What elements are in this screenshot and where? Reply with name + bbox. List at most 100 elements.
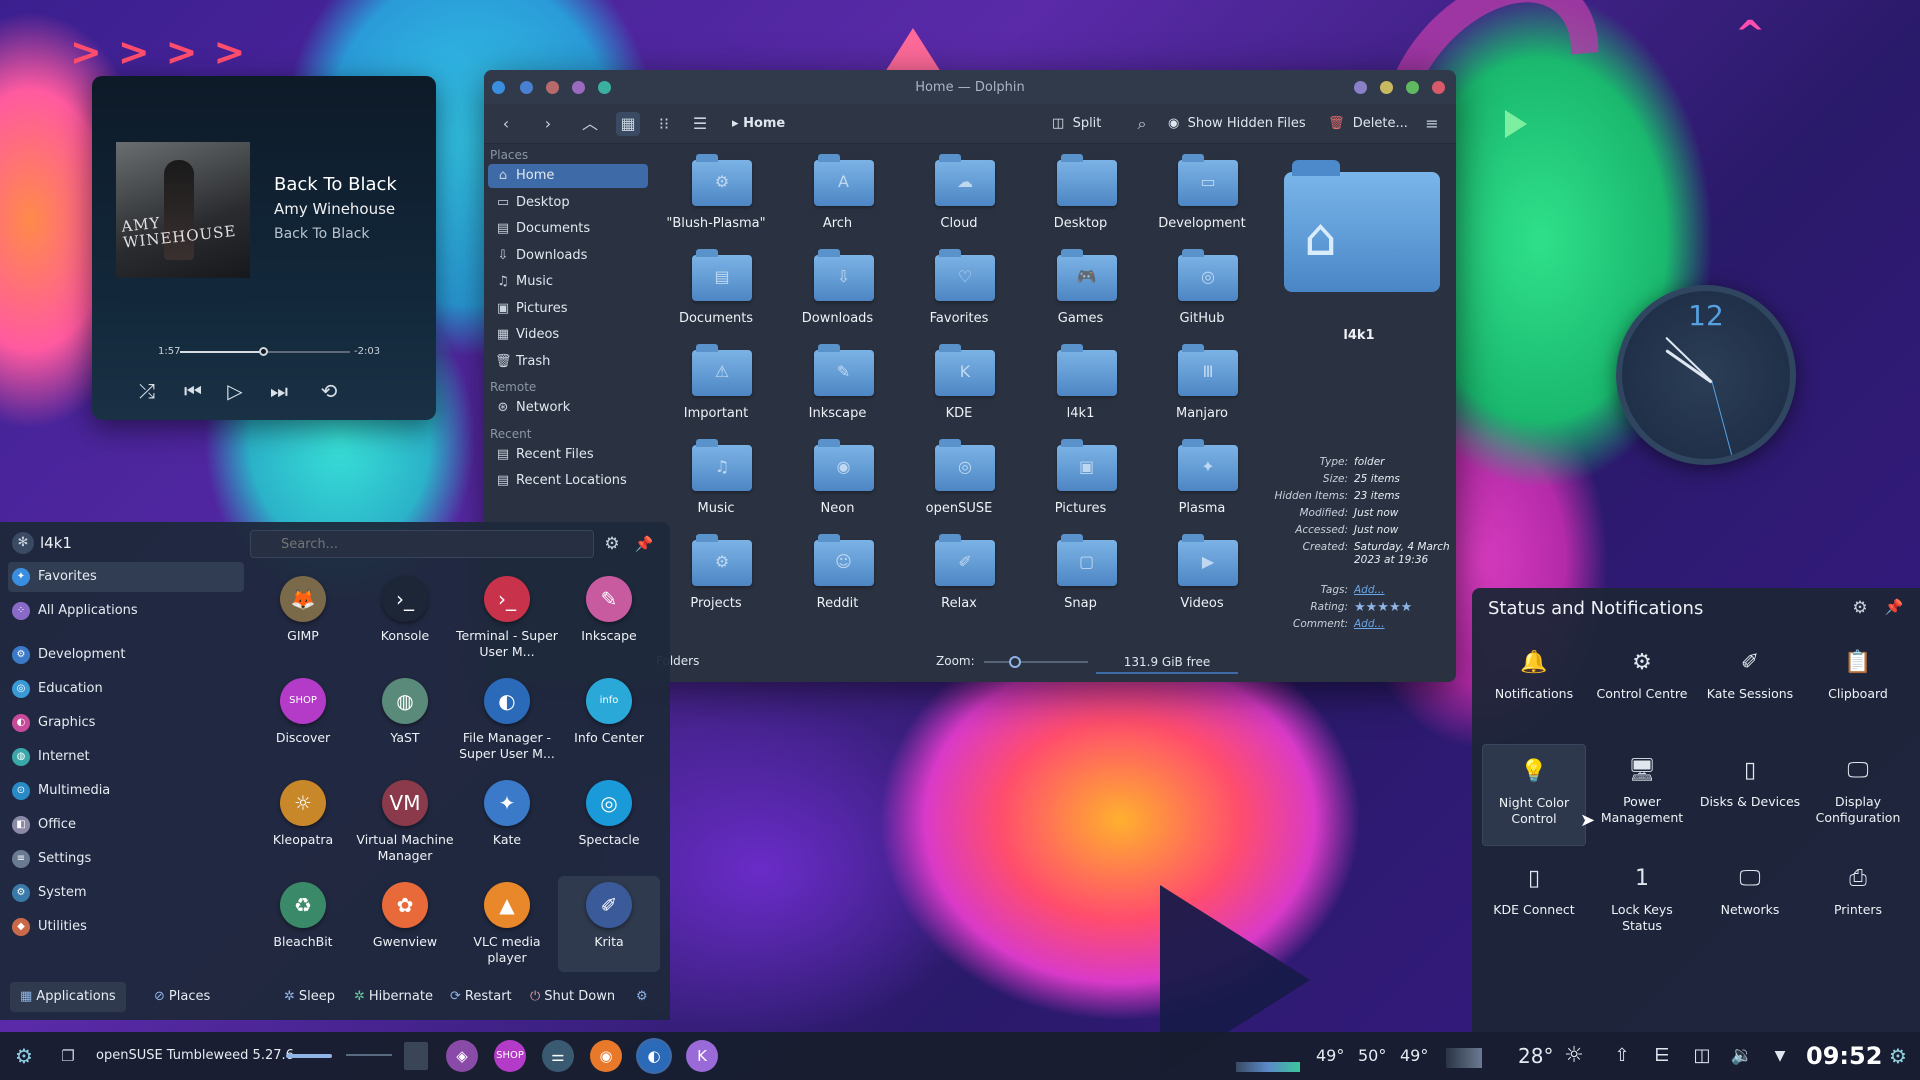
category-education[interactable]: ◎ Education [8,674,244,704]
updates-button[interactable]: ⇧ [1606,1040,1638,1072]
breadcrumb[interactable]: ▸ Home [732,112,785,136]
app-tile[interactable]: ◍ YaST [354,672,456,768]
zoom-slider-handle[interactable] [1009,656,1022,668]
sidebar-item-downloads[interactable]: ⇩ Downloads [488,244,648,268]
category-utilities[interactable]: ◆ Utilities [8,912,244,942]
app-tile[interactable]: ▲ VLC media player [456,876,558,972]
sleep-button[interactable]: ✲ Sleep [284,982,335,1012]
folder-item[interactable]: ⚙ Projects [656,532,776,620]
forward-button[interactable]: › [536,112,560,136]
clipboard-tray-button[interactable]: ⋿ [1646,1040,1678,1072]
folder-item[interactable]: ◎ GitHub [1142,247,1262,335]
category-settings[interactable]: ≡ Settings [8,844,244,874]
search-button[interactable]: ⌕ [1130,112,1154,136]
split-button[interactable]: ◫ Split [1052,112,1101,136]
folder-item[interactable]: ☁ Cloud [899,152,1019,240]
taskbar-app-dolphin[interactable]: ◐ [638,1040,670,1072]
sidebar-item-trash[interactable]: 🗑 Trash [488,350,648,374]
info-add-link[interactable]: Add... [1354,584,1454,597]
folder-item[interactable]: ✦ Plasma [1142,437,1262,525]
folder-item[interactable]: ▶ Videos [1142,532,1262,620]
places-tab[interactable]: ⊘ Places [154,982,210,1012]
avatar[interactable]: ✻ [12,532,34,554]
folder-item[interactable]: ✐ Relax [899,532,1019,620]
window-titlebar[interactable]: Home — Dolphin [484,70,1456,104]
folder-item[interactable]: ⚠ Important [656,342,776,430]
category-graphics[interactable]: ◐ Graphics [8,708,244,738]
window-help-button[interactable] [1354,81,1367,94]
app-tile[interactable]: 🦊 GIMP [252,570,354,666]
folder-item[interactable]: ▭ Development [1142,152,1262,240]
folder-item[interactable]: l4k1 [1021,342,1141,430]
folder-item[interactable]: K KDE [899,342,1019,430]
search-input[interactable] [250,530,594,558]
tray-item-night-color-control[interactable]: 💡 Night Color Control [1482,744,1586,846]
tray-item-kde-connect[interactable]: ▯ KDE Connect [1482,852,1586,954]
folder-item[interactable]: ♡ Favorites [899,247,1019,335]
hibernate-button[interactable]: ✲ Hibernate [354,982,433,1012]
repeat-button[interactable]: ⟲ [314,376,344,406]
folder-item[interactable]: Desktop [1021,152,1141,240]
tray-item-printers[interactable]: ⎙ Printers [1806,852,1910,954]
icons-view-button[interactable]: ▦ [616,112,640,136]
app-tile[interactable]: ✿ Gwenview [354,876,456,972]
category-internet[interactable]: ◍ Internet [8,742,244,772]
category-favorites[interactable]: ✦ Favorites [8,562,244,592]
session-more-button[interactable]: ⚙ [636,982,652,1012]
panel-pin-button[interactable]: 📌 [1882,598,1906,622]
app-tile[interactable]: VM Virtual Machine Manager [354,774,456,870]
pager-widget[interactable] [404,1042,428,1070]
folder-item[interactable]: Ⅲ Manjaro [1142,342,1262,430]
launcher-settings-button[interactable]: ⚙ [600,532,624,556]
tray-item-notifications[interactable]: 🔔 Notifications [1482,636,1586,738]
delete-button[interactable]: 🗑 Delete... [1328,112,1408,136]
weather-temperature[interactable]: 28° [1518,1040,1553,1072]
weather-button[interactable]: ☼ [1558,1040,1590,1072]
restart-button[interactable]: ⟳ Restart [450,982,512,1012]
up-button[interactable]: ︿ [578,112,602,136]
app-tile[interactable]: ♻ BleachBit [252,876,354,972]
app-tile[interactable]: ✐ Krita [558,876,660,972]
show-hidden-files-button[interactable]: ◉ Show Hidden Files [1168,112,1306,136]
category-office[interactable]: ◧ Office [8,810,244,840]
folder-item[interactable]: ✎ Inkscape [778,342,898,430]
applications-tab[interactable]: ▦ Applications [10,982,126,1012]
folder-item[interactable]: 🎮 Games [1021,247,1141,335]
kde-connect-tray-button[interactable]: ◫ [1686,1040,1718,1072]
hamburger-menu-button[interactable]: ≡ [1420,112,1444,136]
volume-button[interactable]: 🔉 [1726,1040,1758,1072]
folder-item[interactable]: ⚙ "Blush-Plasma" [656,152,776,240]
folder-item[interactable]: ☺ Reddit [778,532,898,620]
sidebar-item-recent-files[interactable]: ▤ Recent Files [488,443,648,467]
sidebar-item-videos[interactable]: ▦ Videos [488,323,648,347]
panel-settings-button[interactable]: ⚙ [1848,598,1872,622]
category-multimedia[interactable]: ⊙ Multimedia [8,776,244,806]
app-tile[interactable]: info Info Center [558,672,660,768]
tray-item-control-centre[interactable]: ⚙ Control Centre [1590,636,1694,738]
category-development[interactable]: ⚙ Development [8,640,244,670]
sidebar-item-pictures[interactable]: ▣ Pictures [488,297,648,321]
digital-clock[interactable]: 09:52 [1806,1036,1882,1076]
tray-item-disks-devices[interactable]: ▯ Disks & Devices [1698,744,1802,846]
folder-item[interactable]: ▣ Pictures [1021,437,1141,525]
app-tile[interactable]: ›_ Konsole [354,570,456,666]
window-maximize-button[interactable] [1406,81,1419,94]
sidebar-item-network[interactable]: ⊛ Network [488,396,648,420]
play-button[interactable]: ▷ [220,376,250,406]
app-tile[interactable]: ✦ Kate [456,774,558,870]
details-view-button[interactable]: ☰ [688,112,712,136]
free-space-indicator[interactable]: 131.9 GiB free [1096,652,1238,674]
sidebar-item-music[interactable]: ♫ Music [488,270,648,294]
tray-item-kate-sessions[interactable]: ✐ Kate Sessions [1698,636,1802,738]
system-tray-expander[interactable]: ▼ [1764,1040,1796,1072]
shutdown-button[interactable]: ⏻ Shut Down [530,982,615,1012]
next-button[interactable]: ⏭ [264,376,294,406]
folder-item[interactable]: ♫ Music [656,437,776,525]
breadcrumb-home[interactable]: Home [743,116,785,131]
taskbar-app-kvantum[interactable]: K [686,1040,718,1072]
folder-item[interactable]: ⇩ Downloads [778,247,898,335]
taskbar-app-discover[interactable]: SHOP [494,1040,526,1072]
category-system[interactable]: ⚙ System [8,878,244,908]
folder-item[interactable]: ◉ Neon [778,437,898,525]
app-tile[interactable]: ☼ Kleopatra [252,774,354,870]
